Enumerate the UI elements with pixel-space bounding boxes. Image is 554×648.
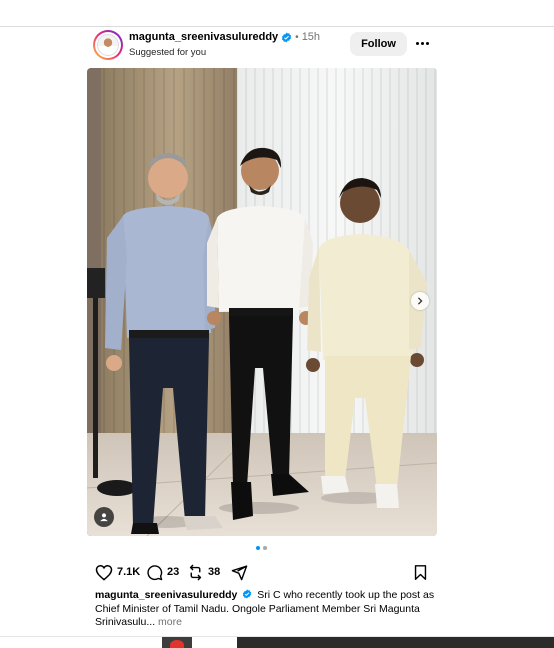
carousel-dot-active <box>256 546 260 550</box>
carousel-indicator <box>256 546 267 550</box>
top-divider <box>0 26 554 27</box>
repost-action[interactable]: 38 <box>187 562 220 582</box>
verified-badge-icon <box>243 589 252 599</box>
taskbar-app-icon <box>170 640 184 648</box>
bookmark-icon <box>414 564 427 580</box>
comment-icon <box>147 564 163 580</box>
post-header: magunta_sreenivasulureddy • 15h Suggeste… <box>93 30 437 60</box>
repost-count: 38 <box>208 566 221 578</box>
next-arrow-icon[interactable] <box>411 292 429 310</box>
carousel-dot <box>263 546 267 550</box>
share-action[interactable] <box>231 562 248 582</box>
avatar-photo <box>97 34 119 56</box>
post-photo[interactable] <box>87 68 437 536</box>
tag-people-icon[interactable] <box>94 507 114 527</box>
photo-illustration <box>87 68 437 536</box>
verified-badge-icon <box>282 31 292 43</box>
follow-button[interactable]: Follow <box>350 32 407 56</box>
comment-count: 23 <box>167 566 180 578</box>
suggested-label: Suggested for you <box>129 47 207 58</box>
repost-icon <box>189 564 202 580</box>
caption-more-link[interactable]: more <box>158 616 182 628</box>
post-caption: magunta_sreenivasulureddy Sri C who rece… <box>95 589 435 630</box>
avatar[interactable] <box>93 30 123 60</box>
caption-username[interactable]: magunta_sreenivasulureddy <box>95 589 237 601</box>
action-bar: 7.1K 23 38 <box>95 562 431 582</box>
more-options-icon[interactable] <box>414 36 430 50</box>
post-time[interactable]: 15h <box>302 31 320 43</box>
heart-icon <box>95 564 113 581</box>
comment-action[interactable]: 23 <box>146 562 179 582</box>
like-count: 7.1K <box>117 566 141 578</box>
like-action[interactable]: 7.1K <box>95 562 140 582</box>
user-line: magunta_sreenivasulureddy • 15h <box>129 31 320 43</box>
username-link[interactable]: magunta_sreenivasulureddy <box>129 31 278 43</box>
taskbar <box>237 637 554 648</box>
save-action[interactable] <box>413 562 428 582</box>
share-icon <box>231 564 248 580</box>
separator-dot: • <box>295 31 299 43</box>
